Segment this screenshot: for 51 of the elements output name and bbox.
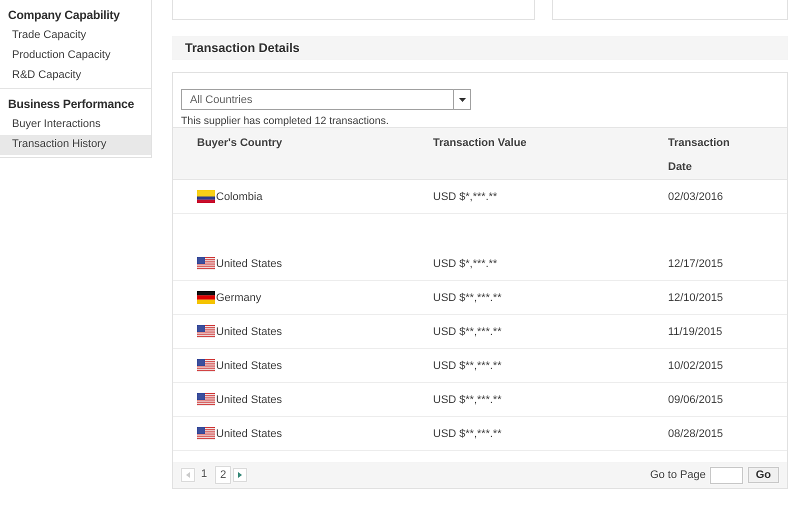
section-heading: Business Performance xyxy=(7,96,136,113)
transaction-date: 09/06/2015 xyxy=(668,394,724,406)
section-heading: Company Capability xyxy=(7,7,121,24)
right-arrow-icon xyxy=(238,472,242,478)
flag-icon xyxy=(197,427,215,440)
go-button[interactable]: Go xyxy=(748,467,779,483)
summary-text: This supplier has completed 12 transactions. xyxy=(181,115,390,127)
go-to-page-label: Go to Page xyxy=(650,469,706,481)
flag-icon xyxy=(197,325,215,338)
transaction-date: 02/03/2016 xyxy=(668,190,724,202)
transaction-value: USD $*,***.** xyxy=(433,258,498,270)
sidebar-item[interactable]: Transaction History xyxy=(0,135,151,155)
flag-icon xyxy=(197,393,215,406)
transaction-value: USD $**,***.** xyxy=(433,292,502,304)
country-name: United States xyxy=(216,394,282,406)
column-header: Transaction Date xyxy=(668,128,787,180)
flag-icon xyxy=(197,257,215,270)
next-page-button[interactable] xyxy=(233,468,248,482)
sidebar-item[interactable]: Buyer Interactions xyxy=(0,115,151,135)
section-title: Transaction Details xyxy=(185,41,300,55)
country-name: United States xyxy=(216,428,282,440)
transaction-value: USD $**,***.** xyxy=(433,394,502,406)
country-name: United States xyxy=(216,360,282,372)
country-dropdown[interactable]: All Countries xyxy=(181,89,471,110)
page-number-field[interactable] xyxy=(710,466,743,484)
transaction-value: USD $**,***.** xyxy=(433,360,502,372)
page-number[interactable]: 1 xyxy=(197,466,212,482)
transaction-value: USD $**,***.** xyxy=(433,326,502,338)
sidebar-item[interactable]: Trade Capacity xyxy=(0,26,151,46)
flag-icon xyxy=(197,359,215,372)
transaction-date: 12/17/2015 xyxy=(668,258,724,270)
flag-icon xyxy=(197,190,215,203)
column-header: Transaction Value xyxy=(433,128,668,180)
transaction-date: 11/19/2015 xyxy=(668,326,722,338)
sidebar-item[interactable]: R&D Capacity xyxy=(0,66,151,86)
left-arrow-icon xyxy=(186,472,190,478)
country-name: Germany xyxy=(216,292,262,304)
transaction-date: 12/10/2015 xyxy=(668,292,724,304)
transaction-date: 10/02/2015 xyxy=(668,360,724,372)
sidebar-item[interactable]: Production Capacity xyxy=(0,46,151,66)
transaction-value: USD $*,***.** xyxy=(433,190,498,202)
page-number[interactable]: 2 xyxy=(215,466,232,484)
previous-page-button[interactable] xyxy=(181,468,195,482)
country-name: United States xyxy=(216,326,282,338)
country-name: United States xyxy=(216,258,282,270)
column-header: Buyer's Country xyxy=(173,128,433,180)
transaction-value: USD $**,***.** xyxy=(433,428,502,440)
flag-icon xyxy=(197,291,215,304)
caret-icon xyxy=(458,98,466,102)
country-name: Colombia xyxy=(216,190,262,202)
transaction-date: 08/28/2015 xyxy=(668,428,724,440)
